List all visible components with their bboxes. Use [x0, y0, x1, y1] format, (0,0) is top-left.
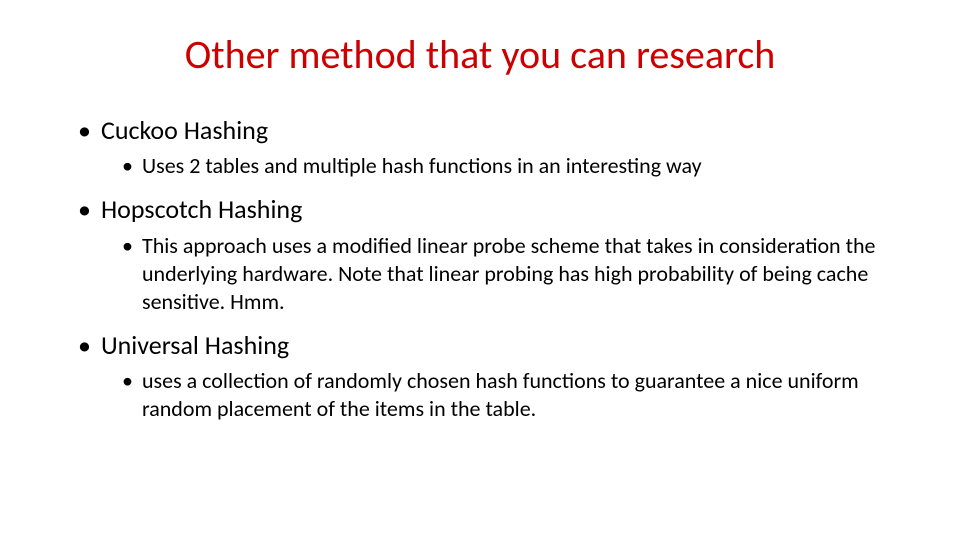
- sub-list: • uses a collection of randomly chosen h…: [78, 367, 882, 423]
- sub-list: • This approach uses a modified linear p…: [78, 232, 882, 316]
- bullet-icon: •: [122, 152, 133, 180]
- list-item: • Hopscotch Hashing: [78, 194, 882, 225]
- slide-content: • Cuckoo Hashing • Uses 2 tables and mul…: [0, 115, 960, 424]
- sub-list-item-text: This approach uses a modified linear pro…: [142, 232, 882, 316]
- list-item: • Cuckoo Hashing: [78, 115, 882, 146]
- bullet-icon: •: [78, 194, 91, 225]
- sub-list-item-text: Uses 2 tables and multiple hash function…: [142, 152, 702, 180]
- bullet-icon: •: [78, 115, 91, 146]
- sub-list-item-text: uses a collection of randomly chosen has…: [142, 367, 882, 423]
- sub-list-item: • uses a collection of randomly chosen h…: [122, 367, 882, 423]
- bullet-icon: •: [122, 232, 133, 260]
- sub-list-item: • Uses 2 tables and multiple hash functi…: [122, 152, 882, 180]
- list-item-label: Universal Hashing: [101, 330, 289, 361]
- slide: Other method that you can research • Cuc…: [0, 0, 960, 540]
- sub-list-item: • This approach uses a modified linear p…: [122, 232, 882, 316]
- bullet-icon: •: [122, 367, 133, 395]
- list-item-label: Cuckoo Hashing: [101, 115, 268, 146]
- sub-list: • Uses 2 tables and multiple hash functi…: [78, 152, 882, 180]
- bullet-icon: •: [78, 330, 91, 361]
- list-item-label: Hopscotch Hashing: [101, 194, 302, 225]
- list-item: • Universal Hashing: [78, 330, 882, 361]
- slide-title: Other method that you can research: [0, 30, 960, 79]
